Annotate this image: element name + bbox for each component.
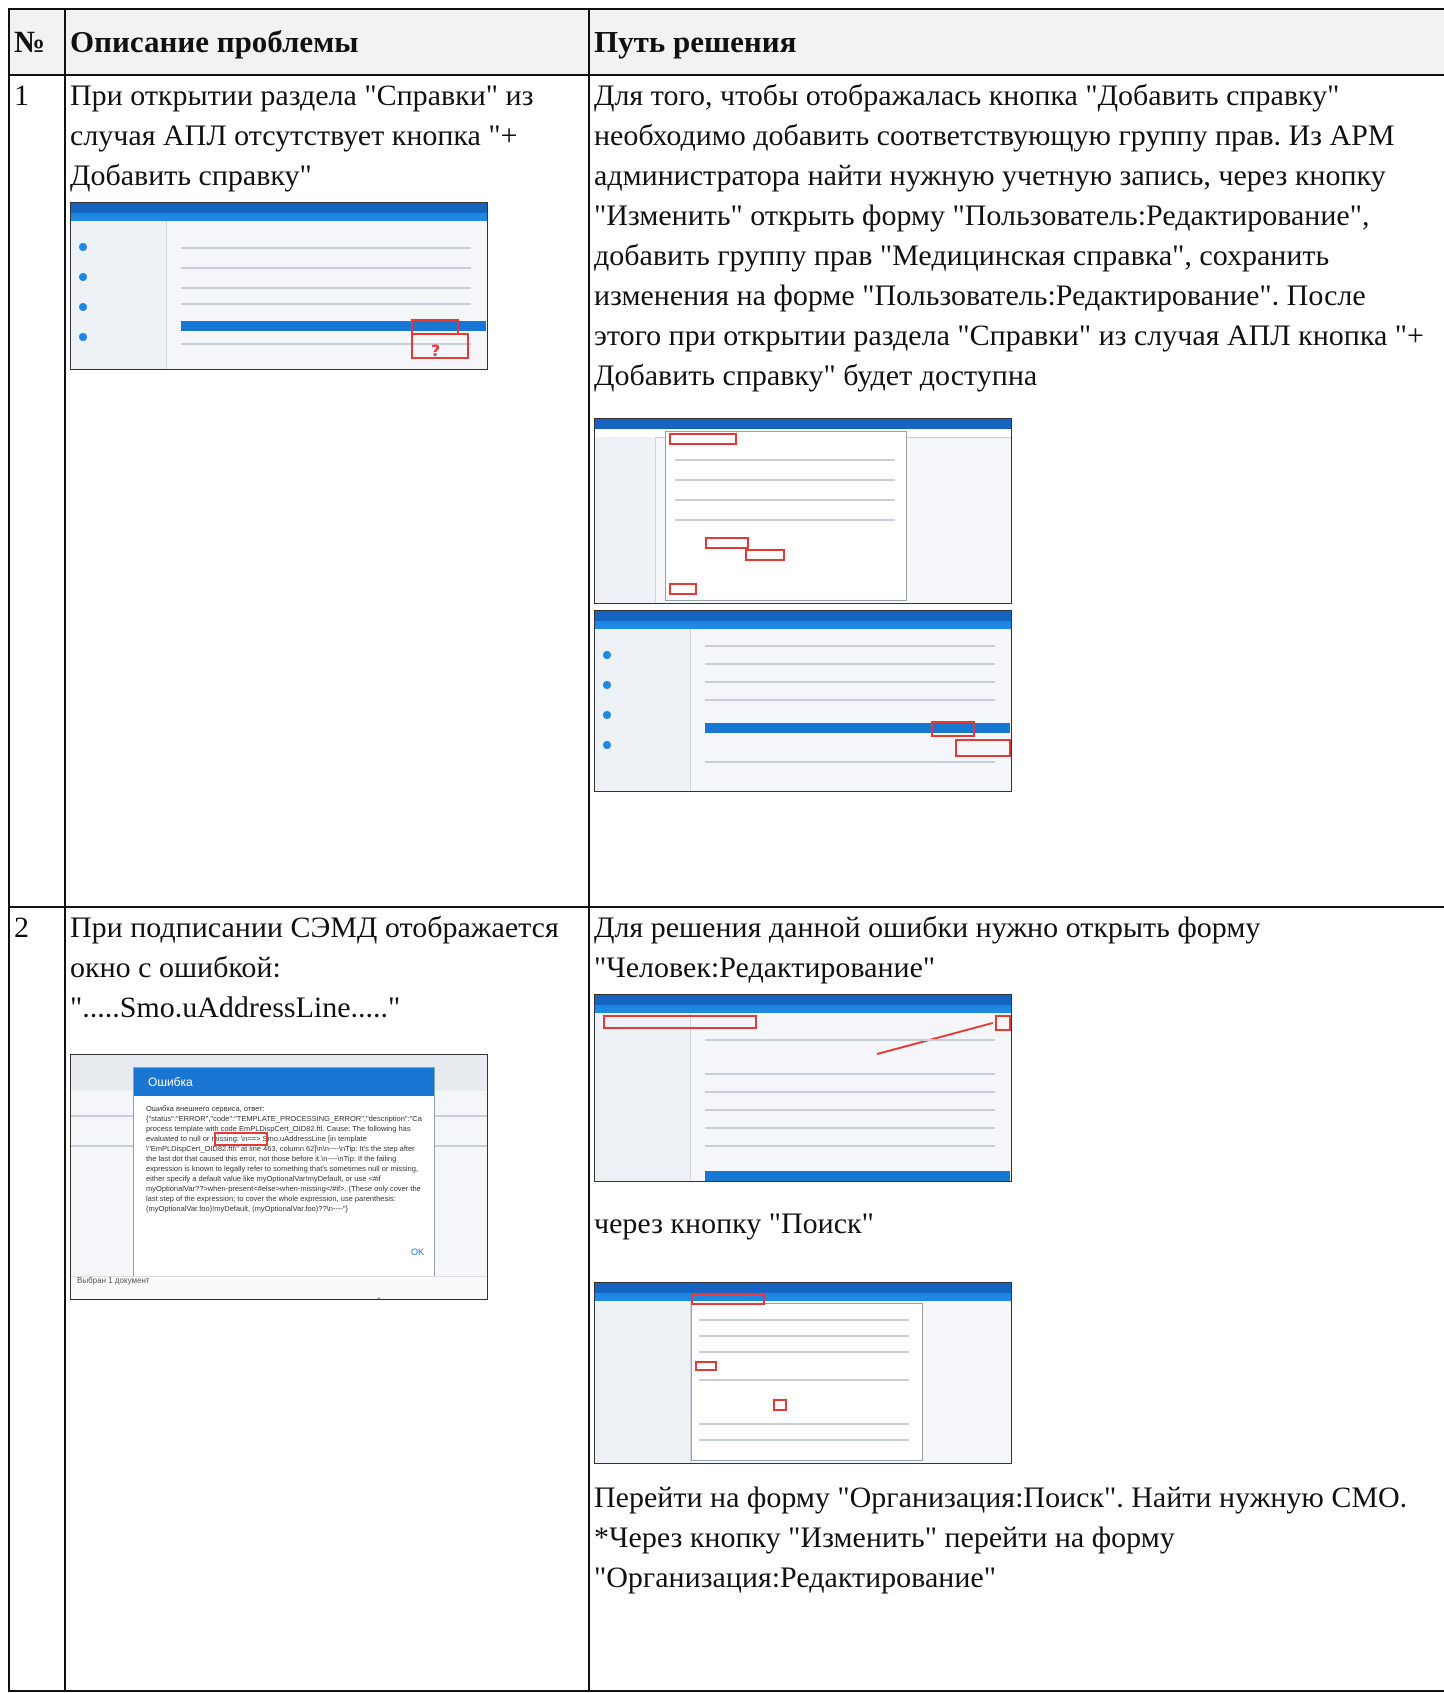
problem-text: При подписании СЭМД отображается окно с …: [70, 911, 559, 1024]
solution-text-search: через кнопку "Поиск": [594, 1207, 874, 1240]
error-dialog-title: Ошибка: [134, 1068, 434, 1096]
cancel-button[interactable]: ОТМЕНА: [253, 1283, 287, 1299]
solution-text: Для того, чтобы отображалась кнопка "Доб…: [594, 79, 1424, 392]
header-solution: Путь решения: [588, 8, 1444, 76]
table-row: 1 При открытии раздела "Справки" из случ…: [8, 74, 1444, 908]
table-row: 2 При подписании СЭМД отображается окно …: [8, 906, 1444, 1692]
error-dialog-text: Ошибка внешнего сервиса, ответ: {"status…: [146, 1104, 422, 1213]
user-edit-form-screenshot: [594, 418, 1012, 604]
solution-text-org-search: Перейти на форму "Организация:Поиск". На…: [594, 1481, 1408, 1594]
solution-cell: Для решения данной ошибки нужно открыть …: [588, 906, 1444, 1692]
error-ok-button[interactable]: OK: [411, 1232, 424, 1272]
selected-docs-label: Выбран 1 документ: [77, 1276, 150, 1285]
row-number: 1: [8, 74, 66, 908]
row-number: 2: [8, 906, 66, 1692]
table-header-row: № Описание проблемы Путь решения: [8, 8, 1444, 76]
problem-cell: При подписании СЭМД отображается окно с …: [64, 906, 590, 1692]
header-num: №: [8, 8, 66, 76]
apl-case-screenshot: ?: [70, 202, 488, 370]
search-button-screenshot: [594, 1282, 1012, 1464]
problem-cell: При открытии раздела "Справки" из случая…: [64, 74, 590, 908]
solution-text-open-form: Для решения данной ошибки нужно открыть …: [594, 911, 1261, 984]
solution-cell: Для того, чтобы отображалась кнопка "Доб…: [588, 74, 1444, 908]
problem-text: При открытии раздела "Справки" из случая…: [70, 79, 534, 192]
preview-button[interactable]: ПРЕДВАРИТЕЛЬНЫЙ ПРОСМОТР: [299, 1283, 430, 1299]
error-dialog: Ошибка Ошибка внешнего сервиса, ответ: {…: [133, 1067, 435, 1279]
header-problem: Описание проблемы: [64, 8, 590, 76]
semd-error-screenshot: Ошибка Ошибка внешнего сервиса, ответ: {…: [70, 1054, 488, 1300]
person-edit-screenshot: [594, 994, 1012, 1182]
problem-solution-table: № Описание проблемы Путь решения 1 При о…: [8, 8, 1444, 1692]
sign-button[interactable]: ПОДПИСАТЬ: [433, 1283, 482, 1299]
certificates-tab-screenshot: [594, 610, 1012, 792]
